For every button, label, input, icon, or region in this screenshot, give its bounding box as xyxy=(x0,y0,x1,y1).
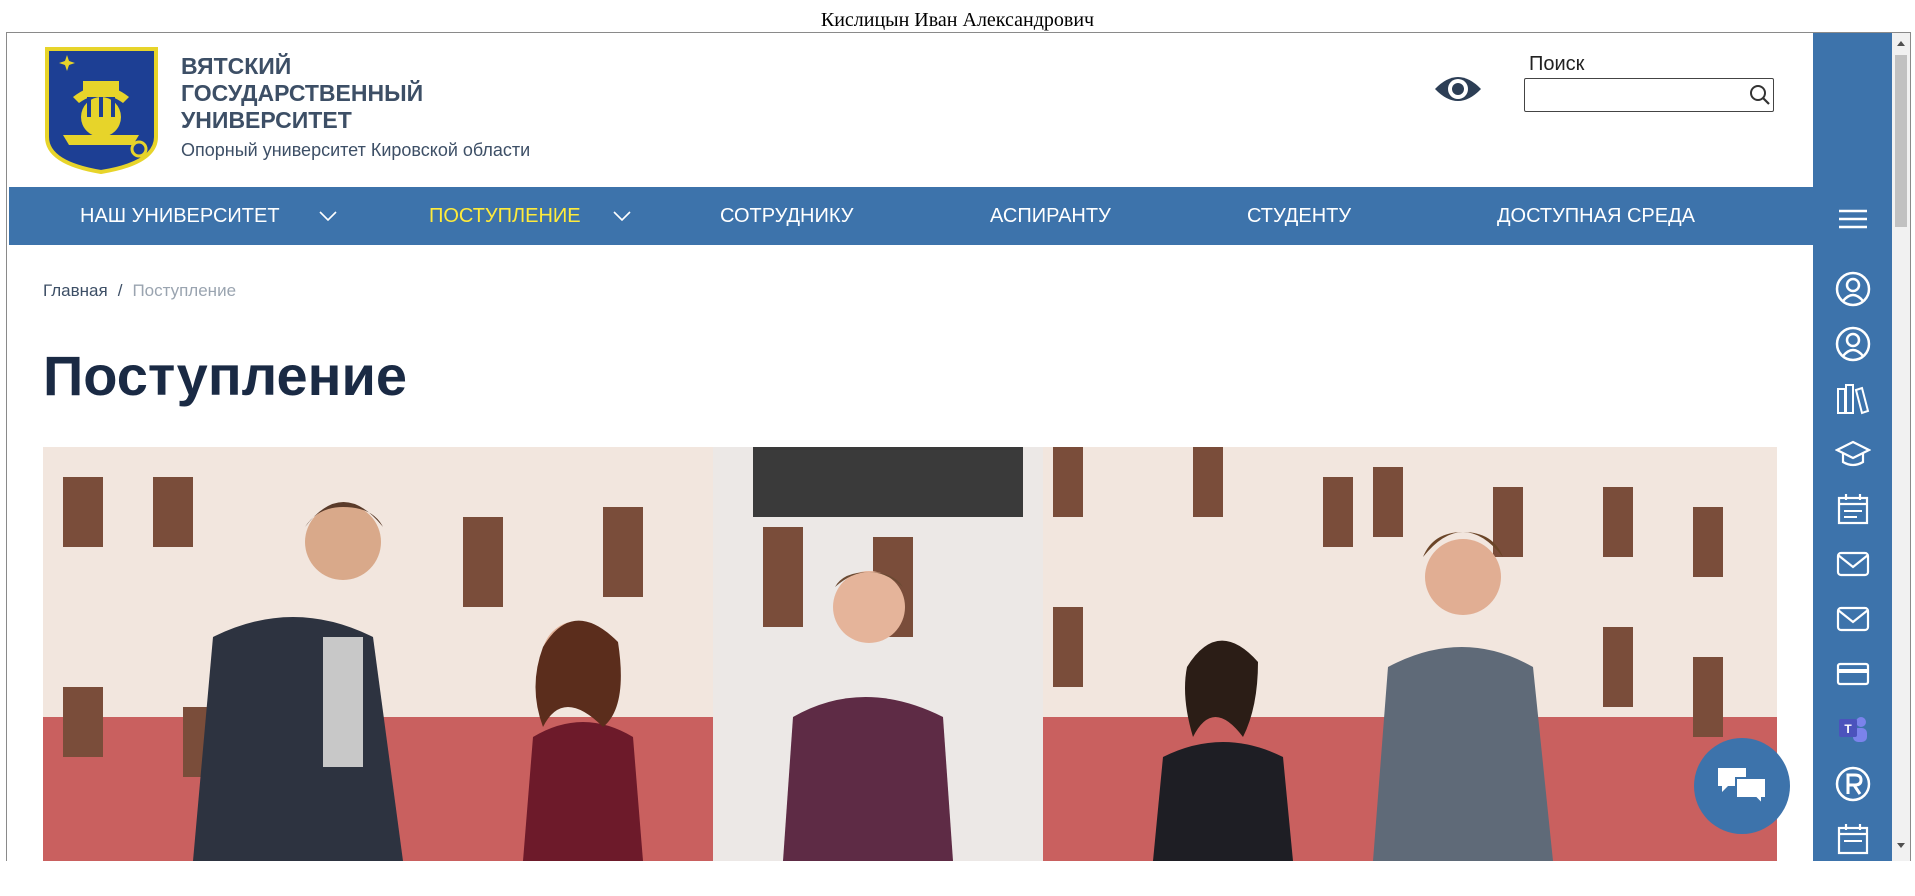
breadcrumb-home[interactable]: Главная xyxy=(43,281,108,300)
user-icon[interactable] xyxy=(1835,271,1871,307)
calendar-icon[interactable] xyxy=(1835,821,1871,857)
eye-icon[interactable] xyxy=(1433,71,1483,107)
nav-item-postgraduate[interactable]: АСПИРАНТУ xyxy=(990,187,1111,245)
mail-icon[interactable] xyxy=(1835,546,1871,582)
search-label: Поиск xyxy=(1529,53,1585,75)
scroll-thumb[interactable] xyxy=(1895,55,1907,227)
browser-viewport: ВЯТСКИЙ ГОСУДАРСТВЕННЫЙ УНИВЕРСИТЕТ Опор… xyxy=(6,32,1911,861)
r-logo-icon[interactable] xyxy=(1835,766,1871,802)
university-logo[interactable] xyxy=(43,45,160,175)
chat-icon[interactable] xyxy=(1716,764,1768,808)
university-name[interactable]: ВЯТСКИЙ ГОСУДАРСТВЕННЫЙ УНИВЕРСИТЕТ xyxy=(181,53,423,134)
search-icon[interactable] xyxy=(1749,84,1771,106)
breadcrumb-separator: / xyxy=(117,281,123,300)
user-icon[interactable] xyxy=(1835,326,1871,362)
nav-item-accessible-environment[interactable]: ДОСТУПНАЯ СРЕДА xyxy=(1497,187,1695,245)
menu-icon[interactable] xyxy=(1835,201,1871,237)
graduation-cap-icon[interactable] xyxy=(1835,436,1871,472)
page-title: Поступление xyxy=(43,344,408,407)
main-navigation: НАШ УНИВЕРСИТЕТ ПОСТУПЛЕНИЕ СОТРУДНИКУ А… xyxy=(9,187,1813,245)
quick-access-sidebar: T xyxy=(1813,33,1892,861)
chevron-down-icon[interactable] xyxy=(319,211,337,221)
svg-text:T: T xyxy=(1844,722,1852,736)
card-icon[interactable] xyxy=(1835,656,1871,692)
scroll-up-arrow[interactable] xyxy=(1897,41,1905,46)
calendar-icon[interactable] xyxy=(1835,491,1871,527)
library-icon[interactable] xyxy=(1835,381,1871,417)
mail-icon[interactable] xyxy=(1835,601,1871,637)
teams-icon[interactable]: T xyxy=(1835,711,1871,747)
nav-item-staff[interactable]: СОТРУДНИКУ xyxy=(720,187,853,245)
hero-image xyxy=(43,447,1777,861)
breadcrumb: Главная / Поступление xyxy=(43,281,236,301)
nav-item-student[interactable]: СТУДЕНТУ xyxy=(1247,187,1351,245)
window-user-name: Кислицын Иван Александрович xyxy=(820,9,1095,31)
scroll-down-arrow[interactable] xyxy=(1897,843,1905,848)
chevron-down-icon[interactable] xyxy=(613,211,631,221)
nav-item-our-university[interactable]: НАШ УНИВЕРСИТЕТ xyxy=(80,187,280,245)
search-input[interactable] xyxy=(1524,78,1774,112)
nav-item-admission[interactable]: ПОСТУПЛЕНИЕ xyxy=(429,187,581,245)
university-tagline: Опорный университет Кировской области xyxy=(181,140,531,160)
breadcrumb-current: Поступление xyxy=(132,281,237,300)
page-scrollbar[interactable] xyxy=(1892,33,1910,861)
chat-button[interactable] xyxy=(1694,738,1790,834)
